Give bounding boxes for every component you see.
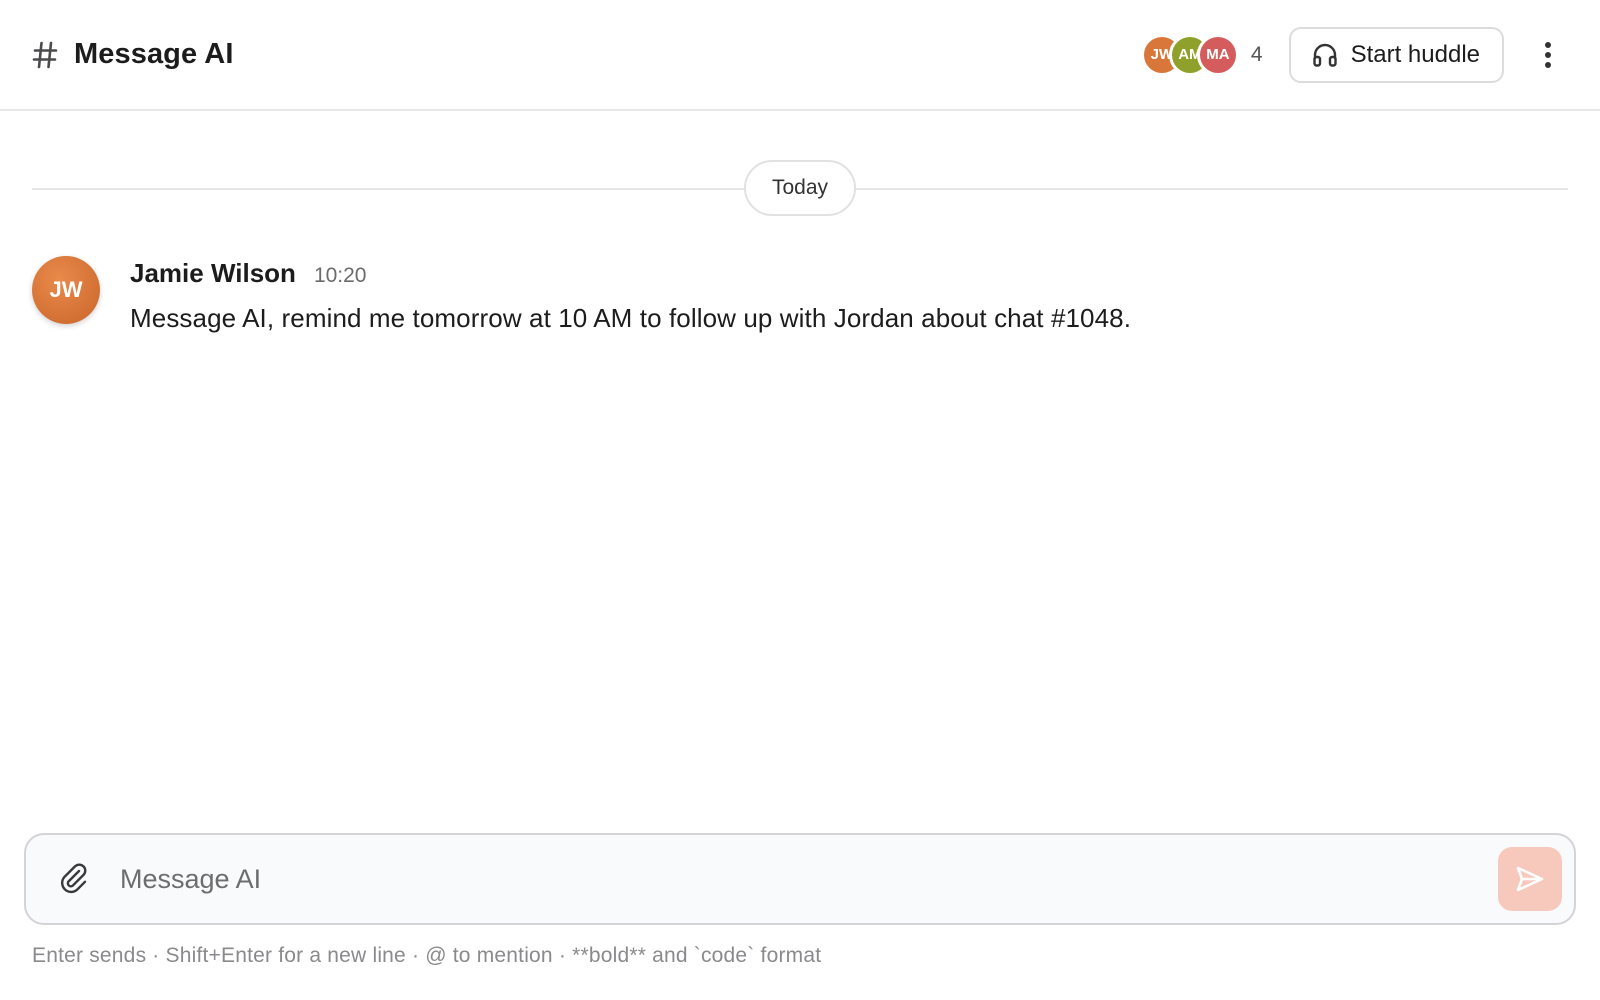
member-count[interactable]: 4 bbox=[1251, 43, 1263, 67]
date-pill[interactable]: Today bbox=[743, 160, 857, 216]
message-timestamp[interactable]: 10:20 bbox=[314, 264, 367, 288]
message-composer bbox=[24, 833, 1576, 925]
message-item: JW Jamie Wilson 10:20 Message AI, remind… bbox=[32, 256, 1572, 334]
member-avatars[interactable]: JW AM MA bbox=[1140, 33, 1239, 76]
message-meta: Jamie Wilson 10:20 bbox=[130, 258, 1131, 289]
channel-header: Message AI JW AM MA 4 Start huddle bbox=[0, 0, 1600, 111]
hash-icon bbox=[32, 40, 58, 70]
channel-title: Message AI bbox=[74, 38, 234, 70]
avatar[interactable]: JW bbox=[32, 256, 100, 324]
send-icon bbox=[1514, 863, 1546, 895]
message-input[interactable] bbox=[120, 849, 1498, 909]
member-avatar: MA bbox=[1196, 33, 1239, 76]
paperclip-icon[interactable] bbox=[54, 859, 94, 899]
send-button[interactable] bbox=[1498, 847, 1562, 911]
date-divider: Today bbox=[32, 160, 1568, 216]
start-huddle-label: Start huddle bbox=[1350, 40, 1480, 68]
message-author[interactable]: Jamie Wilson bbox=[130, 258, 296, 289]
headphones-icon bbox=[1311, 41, 1339, 69]
chat-app: Message AI JW AM MA 4 Start huddle Today… bbox=[0, 0, 1600, 1000]
header-actions: JW AM MA 4 Start huddle bbox=[1140, 26, 1568, 83]
message-text: Message AI, remind me tomorrow at 10 AM … bbox=[130, 303, 1132, 333]
kebab-menu-icon[interactable] bbox=[1528, 27, 1568, 83]
message-body: Jamie Wilson 10:20 Message AI, remind me… bbox=[130, 256, 1131, 334]
composer-hint: Enter sends · Shift+Enter for a new line… bbox=[32, 944, 822, 967]
start-huddle-button[interactable]: Start huddle bbox=[1288, 26, 1504, 83]
